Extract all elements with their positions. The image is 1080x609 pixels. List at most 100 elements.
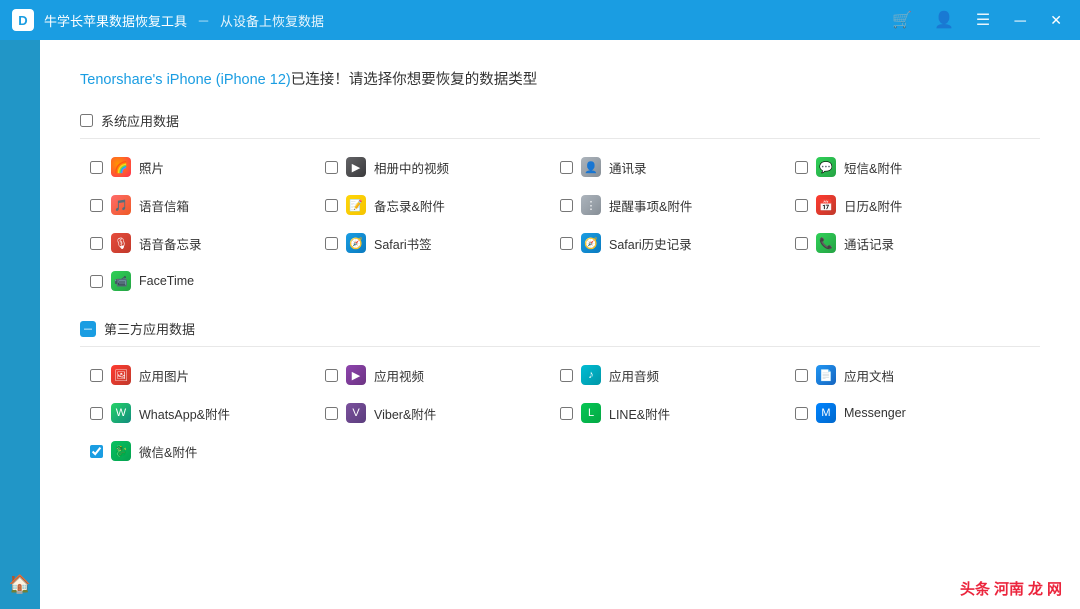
item-label: 提醒事项&附件	[609, 196, 692, 215]
item-checkbox[interactable]	[560, 199, 573, 212]
list-item: 💬短信&附件	[795, 153, 1030, 181]
list-item: 📄 应用文档	[795, 361, 1030, 389]
menu-icon[interactable]: ☰	[970, 6, 996, 34]
list-item: 🌈 照片	[90, 153, 325, 181]
watermark-henan: 河南	[994, 578, 1024, 599]
appdoc-icon: 📄	[816, 365, 836, 385]
third-party-section: － 第三方应用数据 🖼 应用图片 ▶ 应用视频 ♪ 应用音频 📄 应用文档 WWhatsApp&…	[80, 319, 1040, 465]
list-item: 🧭Safari书签	[325, 229, 560, 257]
remind-icon: ⋮	[581, 195, 601, 215]
item-checkbox[interactable]	[90, 369, 103, 382]
item-label: Viber&附件	[374, 404, 436, 423]
minimize-button[interactable]: －	[1006, 4, 1034, 36]
item-label: Safari历史记录	[609, 234, 692, 253]
item-checkbox[interactable]	[795, 407, 808, 420]
safari2-icon: 🧭	[581, 233, 601, 253]
appphoto-icon: 🖼	[111, 365, 131, 385]
app-title: 牛学长苹果数据恢复工具	[44, 11, 187, 30]
viber-icon: V	[346, 403, 366, 423]
item-label: 通讯录	[609, 158, 647, 177]
system-section: 系统应用数据 🌈 照片 ▶相册中的视频 👤 通讯录 💬短信&附件 🎵 语音信箱 📝 备忘录&附件 ⋮…	[80, 111, 1040, 295]
item-checkbox[interactable]	[90, 275, 103, 288]
notes-icon: 📝	[346, 195, 366, 215]
item-checkbox[interactable]	[325, 199, 338, 212]
third-party-toggle[interactable]: －	[80, 321, 96, 337]
video-icon: ▶	[346, 157, 366, 177]
item-label: WhatsApp&附件	[139, 404, 230, 423]
contacts-icon: 👤	[581, 157, 601, 177]
item-checkbox[interactable]	[560, 369, 573, 382]
calendar-icon: 📅	[816, 195, 836, 215]
appaudio-icon: ♪	[581, 365, 601, 385]
item-checkbox[interactable]	[560, 407, 573, 420]
item-label: LINE&附件	[609, 404, 670, 423]
titlebar: D 牛学长苹果数据恢复工具 － 从设备上恢复数据 🛒 👤 ☰ － ✕	[0, 0, 1080, 40]
list-item: 👤 通讯录	[560, 153, 795, 181]
home-icon[interactable]: 🏠	[9, 574, 31, 595]
watermark: 头条 河南 龙 网	[960, 578, 1062, 599]
item-checkbox[interactable]	[325, 369, 338, 382]
photos-icon: 🌈	[111, 157, 131, 177]
memo-icon: 🎙	[111, 233, 131, 253]
item-label: Messenger	[844, 406, 906, 420]
close-button[interactable]: ✕	[1044, 8, 1068, 33]
list-item: ⋮ 提醒事项&附件	[560, 191, 795, 219]
item-label: 应用图片	[139, 366, 189, 385]
system-section-title: 系统应用数据	[101, 111, 179, 130]
list-item: M Messenger	[795, 399, 1030, 427]
item-checkbox[interactable]	[90, 161, 103, 174]
list-item: ♪ 应用音频	[560, 361, 795, 389]
item-checkbox[interactable]	[90, 407, 103, 420]
system-section-header: 系统应用数据	[80, 111, 1040, 139]
item-checkbox[interactable]	[795, 369, 808, 382]
appvideo-icon: ▶	[346, 365, 366, 385]
watermark-long: 龙	[1028, 578, 1043, 599]
phone-icon: 📞	[816, 233, 836, 253]
item-label: 语音信箱	[139, 196, 189, 215]
list-item: 🐉 微信&附件	[90, 437, 325, 465]
list-item: ▶ 应用视频	[325, 361, 560, 389]
item-label: 照片	[139, 158, 164, 177]
item-checkbox[interactable]	[795, 237, 808, 250]
facetime-icon: 📹	[111, 271, 131, 291]
line-icon: L	[581, 403, 601, 423]
list-item: 🎵 语音信箱	[90, 191, 325, 219]
messenger-icon: M	[816, 403, 836, 423]
item-checkbox[interactable]	[325, 161, 338, 174]
title-separator: －	[197, 11, 210, 30]
item-checkbox[interactable]	[325, 237, 338, 250]
system-section-checkbox[interactable]	[80, 114, 93, 127]
list-item: 📹FaceTime	[90, 267, 325, 295]
item-label: 备忘录&附件	[374, 196, 445, 215]
message-icon: 💬	[816, 157, 836, 177]
item-label: 应用文档	[844, 366, 894, 385]
item-label: 应用音频	[609, 366, 659, 385]
item-label: Safari书签	[374, 234, 432, 253]
list-item: WWhatsApp&附件	[90, 399, 325, 427]
item-label: 应用视频	[374, 366, 424, 385]
third-party-section-title: 第三方应用数据	[104, 319, 195, 338]
item-checkbox[interactable]	[325, 407, 338, 420]
item-checkbox[interactable]	[795, 199, 808, 212]
item-label: 微信&附件	[139, 442, 197, 461]
list-item: V Viber&附件	[325, 399, 560, 427]
list-item: L LINE&附件	[560, 399, 795, 427]
list-item: 📞通话记录	[795, 229, 1030, 257]
item-checkbox[interactable]	[90, 237, 103, 250]
user-icon[interactable]: 👤	[928, 6, 960, 34]
item-checkbox[interactable]	[90, 445, 103, 458]
watermark-wang: 网	[1047, 578, 1062, 599]
list-item: 🧭 Safari历史记录	[560, 229, 795, 257]
list-item: 📝 备忘录&附件	[325, 191, 560, 219]
item-checkbox[interactable]	[795, 161, 808, 174]
item-checkbox[interactable]	[560, 237, 573, 250]
voice-icon: 🎵	[111, 195, 131, 215]
item-checkbox[interactable]	[90, 199, 103, 212]
wechat-icon: 🐉	[111, 441, 131, 461]
third-party-section-header: － 第三方应用数据	[80, 319, 1040, 347]
cart-icon[interactable]: 🛒	[886, 6, 918, 34]
item-checkbox[interactable]	[560, 161, 573, 174]
list-item: ▶相册中的视频	[325, 153, 560, 181]
item-label: 日历&附件	[844, 196, 902, 215]
title-subtitle: 从设备上恢复数据	[220, 11, 324, 30]
